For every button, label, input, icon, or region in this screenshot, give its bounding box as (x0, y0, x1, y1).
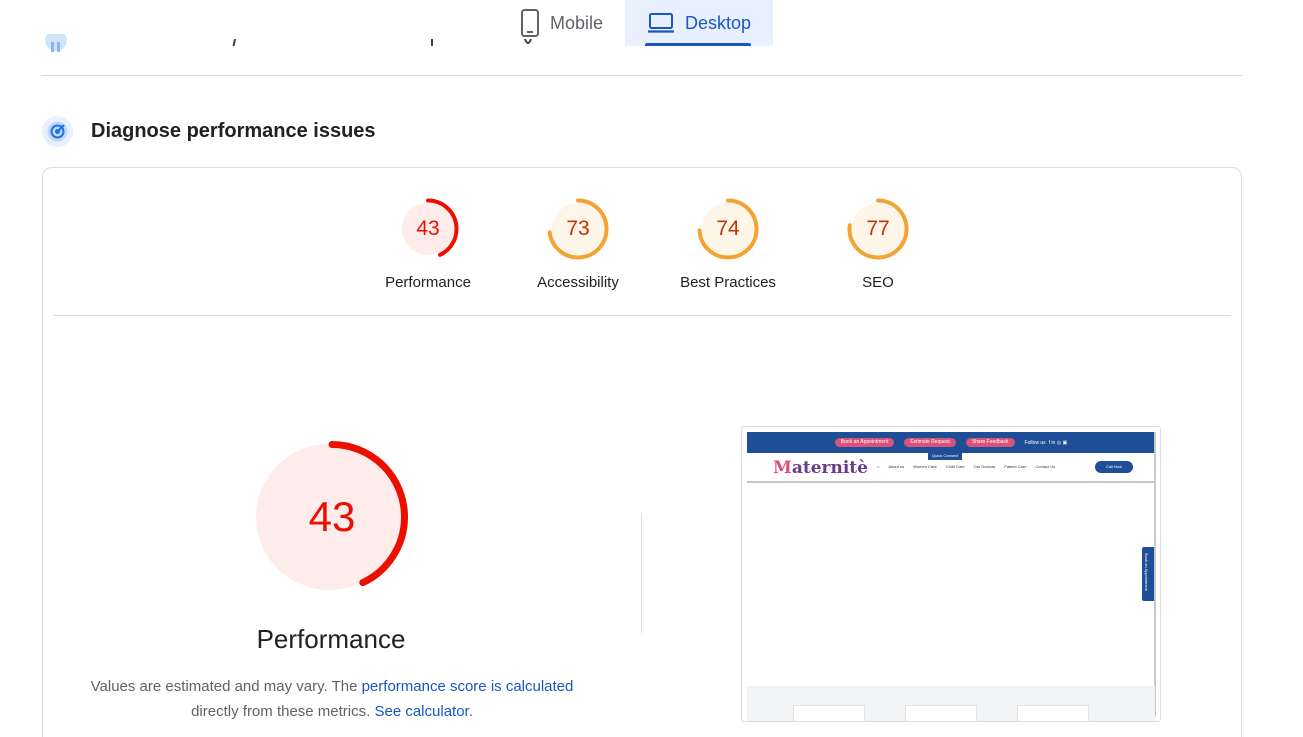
tab-mobile[interactable]: Mobile (498, 0, 625, 46)
site-pill: Estimate Request (904, 438, 956, 447)
gauge-ring: 74 (697, 198, 759, 260)
gauge-label: Performance (385, 274, 471, 291)
site-link: Our Doctors (973, 464, 996, 469)
site-logo: Maternitè (773, 458, 868, 478)
site-link: Patient Care (1004, 464, 1027, 469)
site-side-label: Book an Appointment (1144, 553, 1149, 592)
site-link: Child Care (945, 464, 965, 469)
site-link: Women Care (913, 464, 937, 469)
laptop-icon (647, 12, 675, 34)
gauge-ring: 43 (397, 198, 459, 260)
performance-main-gauge: 43 (255, 440, 409, 594)
gauge-seo[interactable]: 77 SEO (803, 198, 953, 291)
gauge-score: 43 (416, 217, 440, 240)
home-icon: ⌂ (877, 464, 880, 469)
device-tabs: Mobile Desktop (498, 0, 774, 46)
site-pill: Share Feedback (965, 438, 1015, 447)
performance-main-score: 43 (308, 493, 356, 540)
site-call-button: Call Now (1095, 461, 1133, 473)
diagnose-icon (42, 116, 73, 147)
section-title: Diagnose performance issues (91, 120, 376, 142)
description-text: directly from these metrics. (191, 703, 375, 720)
site-follow-label: Follow us (1024, 439, 1046, 446)
smartphone-icon (520, 9, 540, 37)
divider (42, 75, 1242, 76)
section-header: Diagnose performance issues (42, 116, 376, 147)
description-text: Values are estimated and may vary. The (90, 678, 362, 695)
site-footer-box (905, 705, 977, 721)
cutoff-section-icon (44, 34, 68, 52)
site-link: Contact Us (1035, 464, 1056, 469)
gauge-score: 77 (866, 217, 890, 240)
site-link: About us (888, 464, 905, 469)
page-screenshot-thumbnail[interactable]: Book an Appointment Estimate Request Sha… (741, 426, 1161, 722)
gauge-best-practices[interactable]: 74 Best Practices (653, 198, 803, 291)
gauge-accessibility[interactable]: 73 Accessibility (503, 198, 653, 291)
social-icons: f in ◎ ▣ (1048, 439, 1068, 446)
performance-description: Values are estimated and may vary. The p… (73, 674, 591, 724)
site-logo-initial: M (773, 458, 792, 478)
see-calculator-link[interactable]: See calculator (374, 703, 468, 720)
divider (641, 513, 642, 633)
tab-mobile-label: Mobile (550, 12, 604, 33)
site-footer-box (793, 705, 865, 721)
gauge-ring: 77 (847, 198, 909, 260)
gauge-ring: 73 (547, 198, 609, 260)
gauge-performance[interactable]: 43 Performance (353, 198, 503, 291)
site-topbar: Book an Appointment Estimate Request Sha… (747, 432, 1155, 453)
category-gauges: 43 Performance 73 Accessibility 74 Best … (353, 198, 953, 291)
performance-score-link[interactable]: performance score is calculated (362, 678, 574, 695)
divider (53, 315, 1231, 316)
site-links: ⌂ About us Women Care Child Care Our Doc… (877, 464, 1055, 469)
site-logo-text: aternitè (791, 458, 868, 478)
diagnose-card: 43 Performance 73 Accessibility 74 Best … (42, 167, 1242, 737)
cutoff-text-fragment (430, 36, 438, 46)
gauge-label: Best Practices (680, 274, 776, 291)
site-footer-box (1017, 705, 1089, 721)
gauge-score: 73 (566, 217, 590, 240)
site-follow: Follow us f in ◎ ▣ (1025, 440, 1068, 446)
tab-desktop[interactable]: Desktop (625, 0, 774, 46)
site-side-tab: Book an Appointment (1142, 547, 1154, 601)
description-text: . (468, 703, 473, 720)
site-pill: Book an Appointment (834, 438, 895, 447)
site-quick-connect: Quick Connect (928, 452, 963, 460)
gauge-label: Accessibility (537, 274, 619, 291)
tab-desktop-label: Desktop (685, 12, 752, 33)
gauge-label: SEO (862, 274, 894, 291)
site-scrollbar (1154, 432, 1156, 717)
gauge-score: 74 (716, 217, 740, 240)
performance-title: Performance (256, 624, 406, 654)
cutoff-text-fragment (230, 36, 238, 46)
site-footer (747, 686, 1155, 721)
